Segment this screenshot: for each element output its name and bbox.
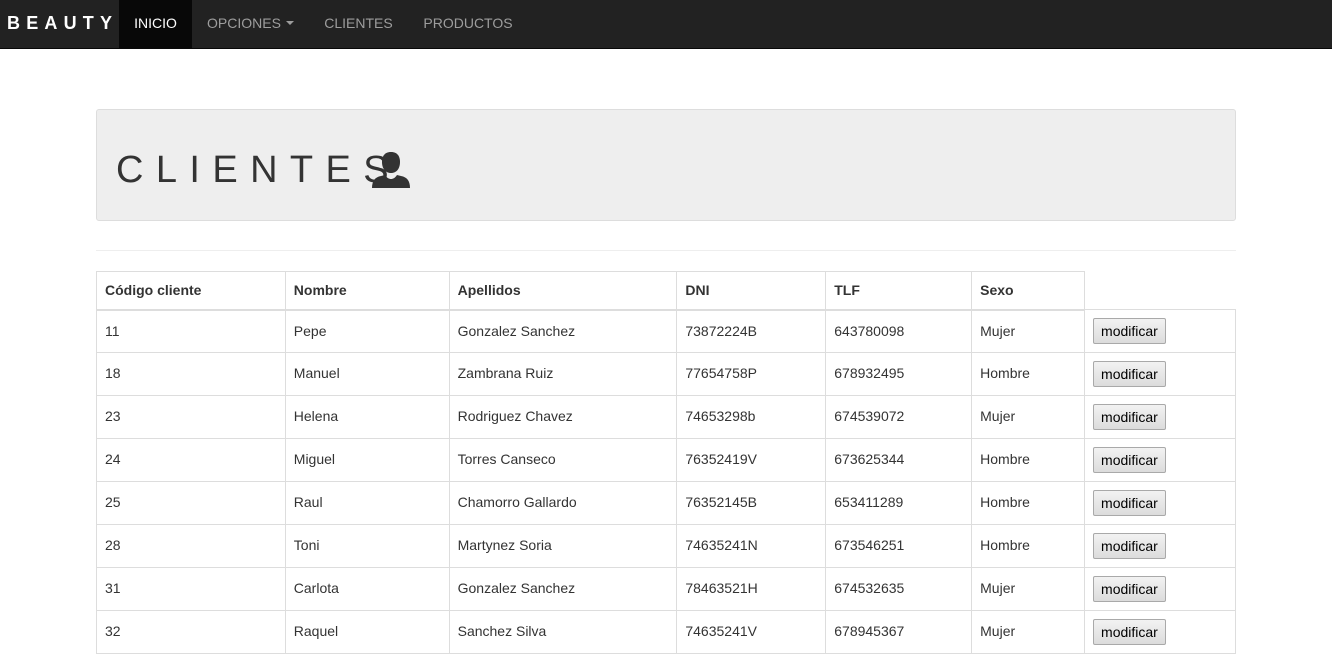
modify-button[interactable]: modificar (1093, 404, 1166, 430)
modify-button[interactable]: modificar (1093, 490, 1166, 516)
cell-sexo: Mujer (971, 567, 1086, 611)
modify-button[interactable]: modificar (1093, 576, 1166, 602)
user-icon (372, 152, 410, 188)
cell-nombre: Pepe (284, 309, 450, 353)
modify-button[interactable]: modificar (1093, 619, 1166, 645)
cell-codigo: 24 (96, 438, 286, 482)
cell-tlf: 674539072 (825, 395, 973, 439)
cell-codigo: 31 (96, 567, 286, 611)
column-header-sexo: Sexo (971, 271, 1086, 311)
column-header-actions (1084, 271, 1236, 310)
cell-actions: modificar (1084, 567, 1236, 611)
cell-tlf: 673625344 (825, 438, 973, 482)
cell-dni: 76352145B (676, 481, 827, 525)
cell-sexo: Mujer (971, 309, 1086, 353)
modify-button[interactable]: modificar (1093, 318, 1166, 344)
nav-item-label: PRODUCTOS (423, 15, 513, 31)
cell-nombre: Helena (284, 395, 450, 439)
cell-codigo: 32 (96, 610, 286, 654)
modify-button[interactable]: modificar (1093, 447, 1166, 473)
cell-codigo: 25 (96, 481, 286, 525)
cell-tlf: 674532635 (825, 567, 973, 611)
nav-item-label: OPCIONES (207, 15, 281, 31)
table-row: 23 Helena Rodriguez Chavez 74653298b 6745390… (96, 395, 1236, 439)
column-header-nombre: Nombre (284, 271, 450, 311)
cell-apellidos: Sanchez Silva (448, 610, 678, 654)
cell-apellidos: Chamorro Gallardo (448, 481, 678, 525)
table-body: 11 Pepe Gonzalez Sanchez 73872224B 643780098… (96, 309, 1236, 654)
cell-sexo: Hombre (971, 352, 1086, 396)
cell-apellidos: Martynez Soria (448, 524, 678, 568)
cell-tlf: 643780098 (825, 309, 973, 353)
nav-item-inicio[interactable]: INICIO (119, 0, 192, 48)
nav-item-label: CLIENTES (324, 15, 393, 31)
cell-nombre: Miguel (284, 438, 450, 482)
cell-sexo: Hombre (971, 438, 1086, 482)
cell-actions: modificar (1084, 438, 1236, 482)
cell-nombre: Toni (284, 524, 450, 568)
cell-tlf: 678932495 (825, 352, 973, 396)
cell-dni: 73872224B (676, 309, 827, 353)
page-title: CLIENTES (116, 149, 402, 191)
column-header-codigo: Código cliente (96, 271, 286, 311)
cell-nombre: Raquel (284, 610, 450, 654)
table-row: 28 Toni Martynez Soria 74635241N 673546251 Ho… (96, 524, 1236, 568)
cell-actions: modificar (1084, 481, 1236, 525)
cell-nombre: Manuel (284, 352, 450, 396)
cell-actions: modificar (1084, 395, 1236, 439)
table-row: 32 Raquel Sanchez Silva 74635241V 678945367 M… (96, 610, 1236, 654)
table-row: 11 Pepe Gonzalez Sanchez 73872224B 643780098… (96, 309, 1236, 353)
cell-apellidos: Zambrana Ruiz (448, 352, 678, 396)
nav-item-clientes[interactable]: CLIENTES (309, 0, 408, 48)
table-row: 18 Manuel Zambrana Ruiz 77654758P 678932495 H… (96, 352, 1236, 396)
cell-actions: modificar (1084, 309, 1236, 353)
nav-item-opciones[interactable]: OPCIONES (192, 0, 309, 48)
cell-tlf: 678945367 (825, 610, 973, 654)
column-header-apellidos: Apellidos (448, 271, 678, 311)
cell-dni: 78463521H (676, 567, 827, 611)
cell-actions: modificar (1084, 352, 1236, 396)
table-row: 24 Miguel Torres Canseco 76352419V 673625344… (96, 438, 1236, 482)
cell-actions: modificar (1084, 610, 1236, 654)
cell-dni: 77654758P (676, 352, 827, 396)
clients-table: Código cliente Nombre Apellidos DNI TLF … (96, 271, 1236, 654)
cell-dni: 74653298b (676, 395, 827, 439)
cell-dni: 74635241N (676, 524, 827, 568)
cell-dni: 76352419V (676, 438, 827, 482)
table-header-row: Código cliente Nombre Apellidos DNI TLF … (96, 271, 1236, 311)
brand-logo[interactable]: BEAUTY (7, 0, 118, 48)
divider (96, 250, 1236, 251)
modify-button[interactable]: modificar (1093, 361, 1166, 387)
cell-apellidos: Torres Canseco (448, 438, 678, 482)
cell-codigo: 11 (96, 309, 286, 353)
cell-dni: 74635241V (676, 610, 827, 654)
cell-sexo: Hombre (971, 524, 1086, 568)
cell-codigo: 23 (96, 395, 286, 439)
navbar: BEAUTY INICIO OPCIONES CLIENTES PRODUCTO… (0, 0, 1332, 49)
column-header-dni: DNI (676, 271, 827, 311)
table-row: 31 Carlota Gonzalez Sanchez 78463521H 674532… (96, 567, 1236, 611)
cell-apellidos: Gonzalez Sanchez (448, 309, 678, 353)
modify-button[interactable]: modificar (1093, 533, 1166, 559)
cell-apellidos: Gonzalez Sanchez (448, 567, 678, 611)
cell-tlf: 653411289 (825, 481, 973, 525)
table-row: 25 Raul Chamorro Gallardo 76352145B 65341128… (96, 481, 1236, 525)
nav-item-label: INICIO (134, 15, 177, 31)
cell-apellidos: Rodriguez Chavez (448, 395, 678, 439)
cell-codigo: 18 (96, 352, 286, 396)
nav-item-productos[interactable]: PRODUCTOS (408, 0, 528, 48)
cell-actions: modificar (1084, 524, 1236, 568)
cell-nombre: Raul (284, 481, 450, 525)
cell-sexo: Mujer (971, 395, 1086, 439)
page-header-panel: CLIENTES (96, 109, 1236, 221)
column-header-tlf: TLF (825, 271, 973, 311)
caret-down-icon (285, 21, 294, 26)
cell-nombre: Carlota (284, 567, 450, 611)
cell-sexo: Hombre (971, 481, 1086, 525)
cell-sexo: Mujer (971, 610, 1086, 654)
cell-codigo: 28 (96, 524, 286, 568)
cell-tlf: 673546251 (825, 524, 973, 568)
